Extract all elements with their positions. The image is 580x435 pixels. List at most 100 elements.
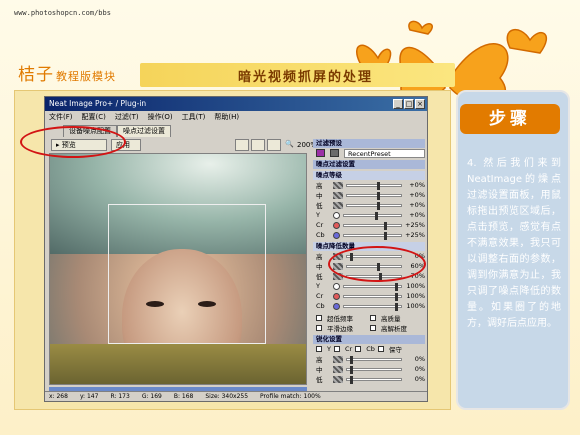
noise-reduce-row: Y 100% [313,281,425,291]
window-title: Neat Image Pro+ / Plug-in [49,99,147,108]
noise-reduce-slider[interactable] [343,302,402,311]
sharpen-list: 高 0% 中 0% 低 0% [313,354,425,384]
sharpen-slider-knob[interactable] [349,375,353,384]
tool-icon-2[interactable] [251,139,265,151]
sharpen-check-cr[interactable] [333,346,340,352]
sharpen-check-conservative[interactable] [377,346,384,352]
preset-header: 过滤预设 [313,139,425,148]
status-g: G: 169 [141,393,162,400]
noise-level-slider[interactable] [343,221,402,230]
noise-level-value: +0% [409,211,425,219]
noise-reduce-slider[interactable] [343,282,402,291]
noise-level-label: 中 [316,192,323,200]
steps-badge: 步骤 [460,104,560,134]
sharpen-check-cb-label: Cb [366,345,375,353]
photo-scarf [50,344,306,384]
menu-help[interactable]: 帮助(H) [214,111,239,123]
sharpen-swatch-icon [333,365,343,373]
noise-level-label: 低 [316,202,323,210]
option-label-3: 平滑边缘 [327,325,353,333]
status-x: x: 268 [49,393,68,400]
noise-level-slider-knob[interactable] [376,191,380,200]
noise-reduce-row: Cr 100% [313,291,425,301]
sharpen-header: 锐化设置 [313,335,425,344]
preview-selection[interactable] [108,204,266,344]
noise-level-swatch-icon [333,191,343,199]
sharpen-checks: Y Cr Cb 保守 [313,344,425,354]
status-r: R: 173 [110,393,130,400]
menu-filter[interactable]: 过滤(T) [115,111,139,123]
zoom-icon[interactable]: 🔍 [285,140,294,148]
noise-reduce-slider-knob[interactable] [395,292,399,301]
minimize-button[interactable]: _ [393,99,403,109]
noise-reduce-label: 高 [316,253,323,261]
annotation-circle-preview [20,126,126,158]
sharpen-slider-knob[interactable] [349,365,353,374]
noise-level-row: Y +0% [313,210,425,220]
noise-level-label: Cb [316,231,325,239]
page-title: 暗光视频抓屏的处理 [238,70,374,85]
sharpen-row: 低 0% [313,374,425,384]
sharpen-value: 0% [414,365,425,373]
noise-level-value: +25% [405,221,425,229]
preset-save-icon[interactable] [330,149,339,157]
step-description: 4. 然后我们来到NeatImage的燥点过滤设置面板，用鼠标拖出预览区域后，点… [467,158,561,329]
sharpen-value: 0% [414,355,425,363]
status-b: B: 168 [173,393,194,400]
noise-level-label: 高 [316,182,323,190]
noise-reduce-row: Cb 100% [313,301,425,311]
sharpen-label: 低 [316,376,323,384]
noise-level-slider-knob[interactable] [383,231,387,240]
preset-load-icon[interactable] [316,149,325,157]
sharpen-check-cb[interactable] [355,346,362,352]
tool-icon-3[interactable] [267,139,281,151]
sharpen-check-y-label: Y [327,345,331,353]
noise-level-row: 低 +0% [313,200,425,210]
noise-reduce-swatch-icon [333,302,340,310]
sharpen-row: 中 0% [313,364,425,374]
sharpen-check-y[interactable] [316,346,322,352]
noise-level-row: Cb +25% [313,230,425,240]
option-check-1[interactable] [316,315,322,321]
preset-select[interactable]: RecentPreset [344,148,425,158]
sharpen-value: 0% [414,375,425,383]
noise-level-slider[interactable] [346,181,402,190]
close-button[interactable]: × [415,99,425,109]
noise-reduce-slider-knob[interactable] [395,302,399,311]
noise-level-slider-knob[interactable] [383,221,387,230]
noise-reduce-slider-knob[interactable] [395,282,399,291]
menu-config[interactable]: 配置(C) [82,111,106,123]
tab-noise-filter[interactable]: 噪点过滤设置 [117,125,171,137]
noise-level-header: 噪点等级 [313,171,425,180]
noise-level-slider-knob[interactable] [376,181,380,190]
noise-reduce-slider[interactable] [343,292,402,301]
menu-file[interactable]: 文件(F) [49,111,73,123]
brand-main: 桔子 [18,65,54,85]
menu-tools[interactable]: 工具(T) [182,111,206,123]
option-check-4[interactable] [370,325,376,331]
noise-reduce-label: Y [316,282,320,290]
options-row-2: 平滑边缘 高解析度 [313,323,425,333]
sharpen-slider[interactable] [346,355,402,364]
sharpen-slider[interactable] [346,365,402,374]
noise-level-slider-knob[interactable] [376,201,380,210]
noise-level-slider[interactable] [346,201,402,210]
noise-level-slider[interactable] [343,211,402,220]
option-label-2: 高质量 [381,315,401,323]
option-check-3[interactable] [316,325,322,331]
image-preview[interactable] [49,153,307,385]
brand-sub: 教程版模块 [56,70,116,83]
maximize-button[interactable]: □ [404,99,414,109]
sharpen-slider[interactable] [346,375,402,384]
menu-operate[interactable]: 操作(O) [148,111,173,123]
option-check-2[interactable] [370,315,376,321]
noise-level-swatch-icon [333,201,343,209]
noise-level-swatch-icon [333,181,343,189]
noise-level-slider[interactable] [346,191,402,200]
noise-level-slider-knob[interactable] [375,211,379,220]
preset-row: RecentPreset [313,148,425,158]
tool-icon-1[interactable] [235,139,249,151]
noise-level-slider[interactable] [343,231,402,240]
noise-reduce-value: 100% [406,292,425,300]
sharpen-slider-knob[interactable] [349,355,353,364]
